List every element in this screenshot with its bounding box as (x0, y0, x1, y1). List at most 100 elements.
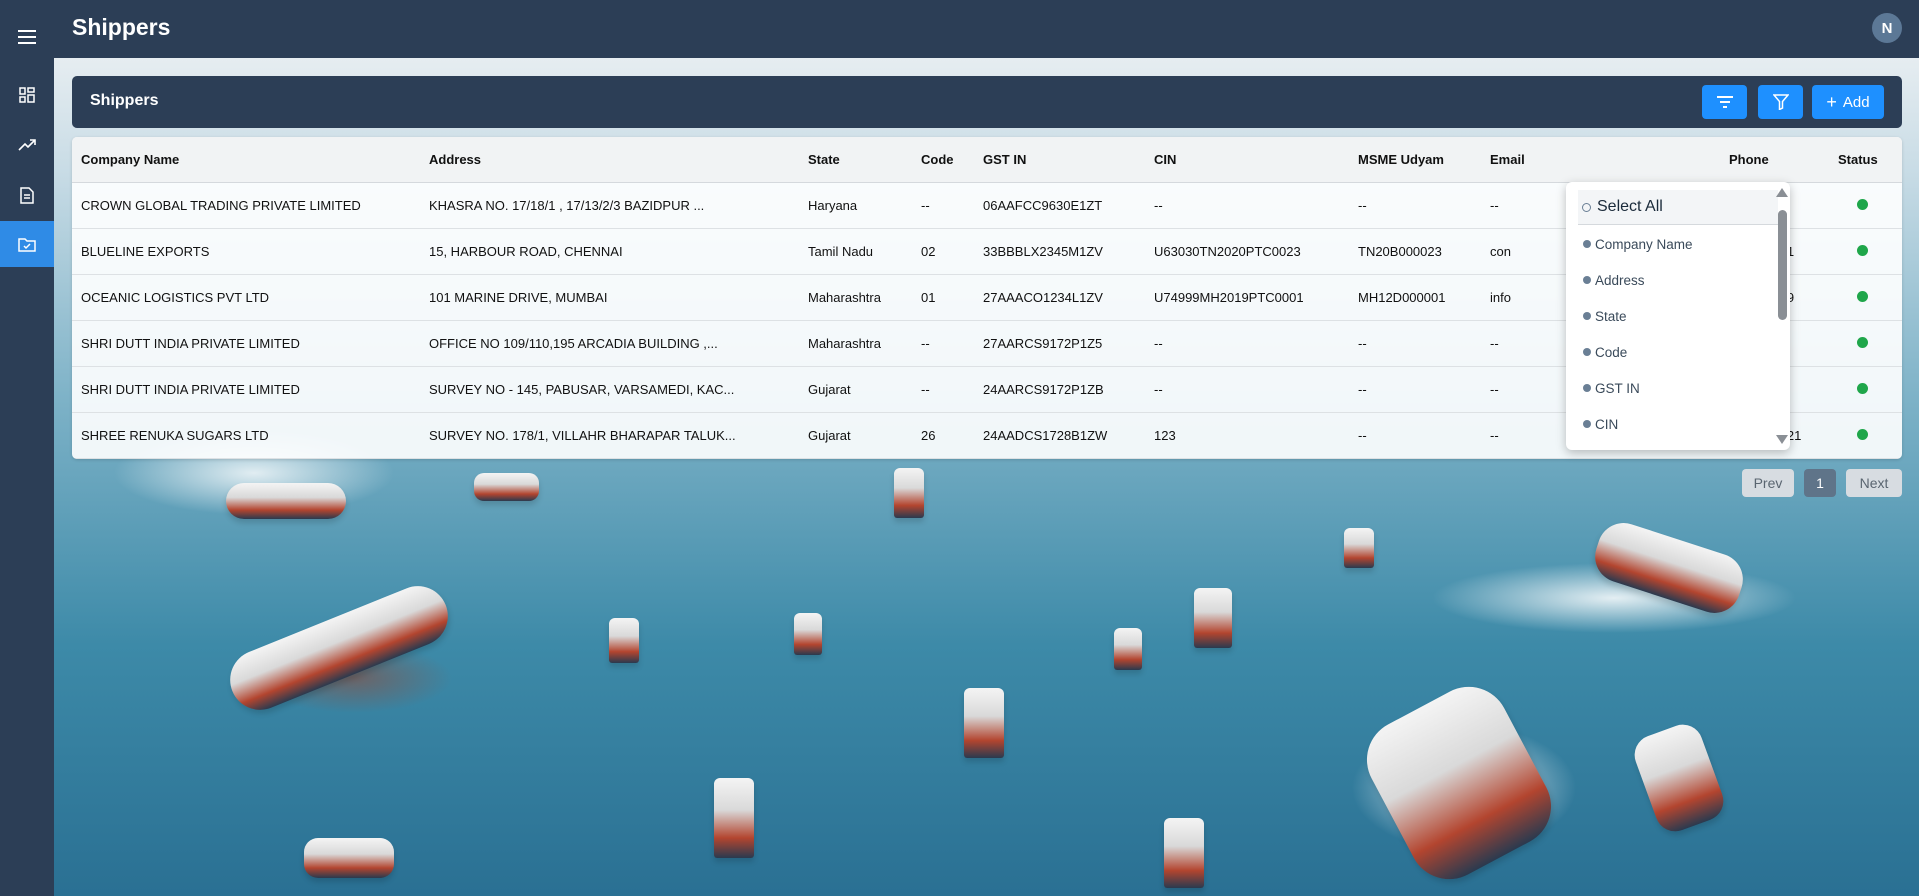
status-cell (1829, 274, 1902, 321)
page-1-button[interactable]: 1 (1804, 469, 1836, 497)
column-option[interactable]: CIN (1566, 410, 1618, 438)
sidebar-item-shippers[interactable] (0, 221, 54, 267)
table-cell: -- (912, 366, 974, 413)
table-cell: BLUELINE EXPORTS (72, 228, 420, 275)
filter-icon (1772, 94, 1789, 110)
column-option-label: Address (1595, 272, 1645, 288)
table-cell: 02 (912, 228, 974, 275)
table-cell: U63030TN2020PTC0023 (1145, 228, 1349, 275)
table-cell: -- (1349, 412, 1481, 459)
ship-image (714, 778, 754, 858)
status-cell (1829, 182, 1902, 229)
column-header[interactable]: Company Name (72, 137, 420, 183)
section-title: Shippers (90, 92, 159, 109)
column-header[interactable]: CIN (1145, 137, 1349, 183)
column-header[interactable]: Code (912, 137, 974, 183)
ship-image (304, 838, 394, 878)
ship-image (221, 577, 457, 719)
table-cell: Gujarat (799, 412, 912, 459)
table-cell: TN20B000023 (1349, 228, 1481, 275)
bullet-icon (1583, 276, 1591, 284)
column-header[interactable]: State (799, 137, 912, 183)
table-header-row: Company Name Address State Code GST IN C… (72, 137, 1902, 183)
menu-toggle-button[interactable] (0, 14, 54, 60)
column-option[interactable]: Code (1566, 338, 1627, 366)
table-cell: Maharashtra (799, 320, 912, 367)
prev-page-button[interactable]: Prev (1742, 469, 1794, 497)
column-chooser-dropdown: Select All Company Name Address State Co… (1566, 182, 1790, 450)
sidebar-item-analytics[interactable] (0, 122, 54, 168)
table-cell: -- (1145, 320, 1349, 367)
add-button-label: Add (1842, 93, 1870, 111)
table-cell: -- (1349, 366, 1481, 413)
status-active-icon (1857, 383, 1868, 394)
column-header[interactable]: Email (1481, 137, 1720, 183)
table-cell: -- (1349, 320, 1481, 367)
ship-image (1352, 672, 1566, 894)
table-cell: 27AAACO1234L1ZV (974, 274, 1145, 321)
table-cell: Haryana (799, 182, 912, 229)
bullet-icon (1583, 384, 1591, 392)
ship-image (609, 618, 639, 663)
table-cell: -- (1349, 182, 1481, 229)
column-header[interactable]: MSME Udyam (1349, 137, 1481, 183)
select-all-label: Select All (1597, 198, 1663, 215)
dropdown-scrollbar[interactable] (1774, 186, 1790, 446)
ship-image (894, 468, 924, 518)
table-cell: U74999MH2019PTC0001 (1145, 274, 1349, 321)
column-chooser-button[interactable] (1702, 85, 1747, 119)
table-cell: 01 (912, 274, 974, 321)
bullet-icon (1583, 420, 1591, 428)
column-header[interactable]: GST IN (974, 137, 1145, 183)
select-all-option[interactable]: Select All (1578, 190, 1778, 225)
scroll-down-arrow-icon (1776, 435, 1788, 444)
ship-image (1114, 628, 1142, 670)
column-option[interactable]: GST IN (1566, 374, 1640, 402)
table-cell: -- (1145, 182, 1349, 229)
ship-image (1629, 719, 1729, 837)
table-cell: 06AAFCC9630E1ZT (974, 182, 1145, 229)
radio-icon (1582, 202, 1591, 212)
status-active-icon (1857, 337, 1868, 348)
table-cell: OCEANIC LOGISTICS PVT LTD (72, 274, 420, 321)
table-cell: -- (912, 182, 974, 229)
bullet-icon (1583, 240, 1591, 248)
avatar[interactable]: N (1872, 13, 1902, 43)
table-cell: SURVEY NO. 178/1, VILLAHR BHARAPAR TALUK… (420, 412, 799, 459)
column-option[interactable]: Company Name (1566, 230, 1693, 258)
column-list-icon (1716, 96, 1733, 108)
main-content: Shippers + Add Company Name Address Stat… (54, 58, 1919, 896)
column-option[interactable]: State (1566, 302, 1627, 330)
scroll-thumb[interactable] (1778, 210, 1787, 320)
column-option-label: State (1595, 308, 1627, 324)
add-button[interactable]: + Add (1812, 85, 1884, 119)
ship-image (1588, 516, 1750, 620)
bullet-icon (1583, 312, 1591, 320)
table-cell: Tamil Nadu (799, 228, 912, 275)
column-option[interactable]: Address (1566, 266, 1645, 294)
next-page-button[interactable]: Next (1846, 469, 1902, 497)
column-header[interactable]: Status (1829, 137, 1902, 183)
ship-image (1344, 528, 1374, 568)
ship-image (1164, 818, 1204, 888)
ship-image (1194, 588, 1232, 648)
column-header[interactable]: Address (420, 137, 799, 183)
filter-button[interactable] (1758, 85, 1803, 119)
table-cell: SHRI DUTT INDIA PRIVATE LIMITED (72, 320, 420, 367)
sidebar-item-documents[interactable] (0, 172, 54, 218)
table-cell: MH12D000001 (1349, 274, 1481, 321)
table-cell: -- (912, 320, 974, 367)
bullet-icon (1583, 348, 1591, 356)
status-active-icon (1857, 429, 1868, 440)
folder-check-icon (18, 237, 36, 252)
table-cell: 26 (912, 412, 974, 459)
ship-image (474, 473, 539, 501)
column-option-label: Company Name (1595, 236, 1693, 252)
column-header[interactable]: Phone (1720, 137, 1829, 183)
menu-icon (18, 30, 36, 44)
table-cell: OFFICE NO 109/110,195 ARCADIA BUILDING ,… (420, 320, 799, 367)
dashboard-icon (19, 87, 35, 103)
table-cell: CROWN GLOBAL TRADING PRIVATE LIMITED (72, 182, 420, 229)
sidebar (0, 0, 54, 896)
sidebar-item-dashboard[interactable] (0, 72, 54, 118)
